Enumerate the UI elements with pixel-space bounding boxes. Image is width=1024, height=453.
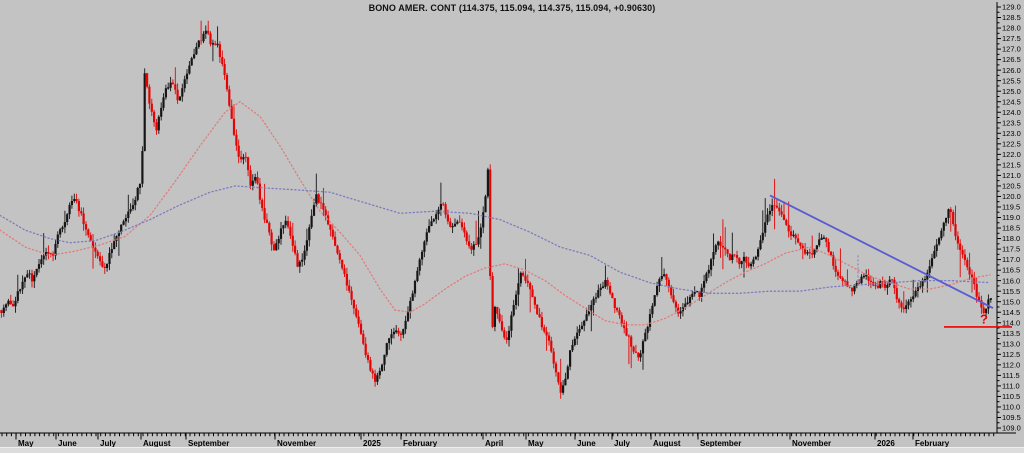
candlesticks (1, 21, 990, 399)
svg-text:122.0: 122.0 (1002, 150, 1021, 159)
svg-text:123.5: 123.5 (1002, 118, 1021, 127)
svg-text:110.0: 110.0 (1002, 403, 1020, 412)
svg-text:123.0: 123.0 (1002, 129, 1021, 138)
svg-text:127.0: 127.0 (1002, 45, 1021, 54)
svg-text:?: ? (980, 312, 988, 327)
svg-text:128.0: 128.0 (1002, 24, 1021, 33)
svg-text:109.0: 109.0 (1002, 424, 1021, 433)
x-axis-labels: MayJuneJulyAugustSeptemberNovember2025Fe… (2, 433, 994, 448)
svg-text:118.0: 118.0 (1002, 234, 1020, 243)
svg-text:112.0: 112.0 (1002, 360, 1020, 369)
svg-text:111.5: 111.5 (1002, 371, 1020, 380)
svg-text:124.5: 124.5 (1002, 97, 1021, 106)
svg-text:114.0: 114.0 (1002, 318, 1020, 327)
y-axis-labels: 109.0 109.5110.0 110.5111.0 111.5 112.0112.5… (997, 3, 1021, 433)
svg-text:127.5: 127.5 (1002, 34, 1021, 43)
svg-text:113.0: 113.0 (1002, 339, 1020, 348)
svg-text:115.0: 115.0 (1002, 297, 1020, 306)
svg-text:125.5: 125.5 (1002, 76, 1021, 85)
svg-text:112.5: 112.5 (1002, 350, 1020, 359)
ma-fast-line (0, 102, 990, 325)
chart-window: BONO AMER. CONT (114.375, 115.094, 114.3… (0, 0, 1024, 453)
svg-text:125.0: 125.0 (1002, 87, 1021, 96)
svg-text:116.5: 116.5 (1002, 266, 1020, 275)
svg-text:120.5: 120.5 (1002, 182, 1021, 191)
svg-text:126.5: 126.5 (1002, 55, 1021, 64)
svg-text:111.0: 111.0 (1002, 382, 1020, 391)
svg-text:126.0: 126.0 (1002, 66, 1021, 75)
svg-text:117.0: 117.0 (1002, 255, 1020, 264)
svg-text:129.0: 129.0 (1002, 3, 1021, 12)
svg-text:113.5: 113.5 (1002, 329, 1020, 338)
svg-text:128.5: 128.5 (1002, 13, 1021, 22)
question-mark-annotation[interactable]: ? (980, 312, 988, 327)
svg-text:119.0: 119.0 (1002, 213, 1020, 222)
trendline[interactable] (770, 195, 993, 308)
svg-text:115.5: 115.5 (1002, 287, 1020, 296)
status-strip (0, 447, 1024, 453)
svg-text:110.5: 110.5 (1002, 392, 1020, 401)
svg-text:121.0: 121.0 (1002, 171, 1021, 180)
svg-text:119.5: 119.5 (1002, 203, 1020, 212)
svg-text:116.0: 116.0 (1002, 276, 1020, 285)
svg-text:114.5: 114.5 (1002, 308, 1020, 317)
svg-text:117.5: 117.5 (1002, 245, 1020, 254)
axes (0, 2, 1016, 433)
svg-text:122.5: 122.5 (1002, 139, 1021, 148)
svg-text:109.5: 109.5 (1002, 413, 1021, 422)
price-chart-canvas[interactable]: 109.0 109.5110.0 110.5111.0 111.5 112.0112.5… (0, 0, 1024, 453)
svg-text:120.0: 120.0 (1002, 192, 1021, 201)
svg-text:124.0: 124.0 (1002, 108, 1021, 117)
svg-text:121.5: 121.5 (1002, 160, 1021, 169)
svg-text:118.5: 118.5 (1002, 224, 1020, 233)
